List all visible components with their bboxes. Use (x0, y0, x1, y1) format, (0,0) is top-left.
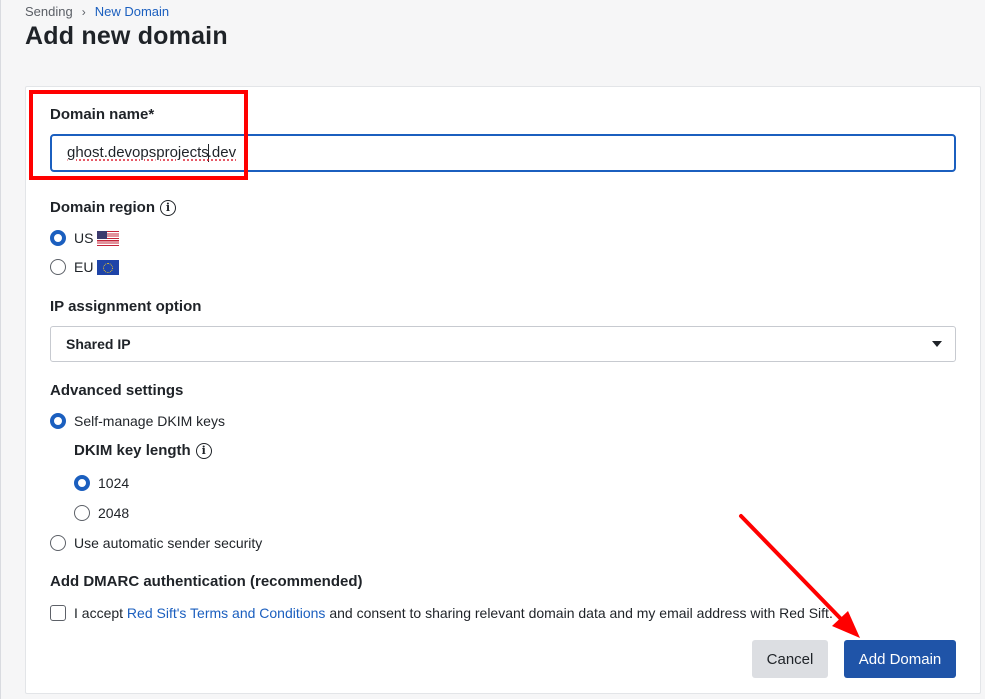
breadcrumb-sending[interactable]: Sending (25, 4, 73, 19)
advanced-settings-label: Advanced settings (50, 382, 184, 399)
region-us-label: US (74, 230, 94, 246)
page-title: Add new domain (25, 22, 228, 50)
dkim-key-length-label: DKIM key length i (74, 442, 212, 459)
region-eu-label: EU (74, 259, 94, 275)
cancel-button[interactable]: Cancel (752, 640, 828, 678)
dkim-1024-option[interactable]: 1024 (74, 475, 129, 491)
dmarc-consent-text: I accept Red Sift's Terms and Conditions… (74, 605, 833, 621)
ip-assignment-value: Shared IP (66, 336, 131, 352)
radio-unselected-icon[interactable] (50, 259, 66, 275)
chevron-right-icon: › (81, 4, 86, 19)
breadcrumb: Sending › New Domain (25, 4, 169, 19)
dkim-1024-label: 1024 (98, 475, 130, 491)
domain-region-label: Domain region i (50, 199, 177, 216)
radio-selected-icon[interactable] (50, 413, 66, 429)
dkim-2048-label: 2048 (98, 505, 130, 521)
radio-selected-icon[interactable] (74, 475, 90, 491)
dmarc-consent-checkbox[interactable] (50, 605, 66, 621)
ip-assignment-select[interactable]: Shared IP (50, 326, 956, 362)
terms-link[interactable]: Red Sift's Terms and Conditions (127, 605, 326, 621)
dmarc-label: Add DMARC authentication (recommended) (50, 573, 363, 590)
dmarc-consent-row: I accept Red Sift's Terms and Conditions… (50, 605, 833, 621)
radio-unselected-icon[interactable] (74, 505, 90, 521)
radio-selected-icon[interactable] (50, 230, 66, 246)
eu-flag-icon (97, 259, 120, 275)
automatic-sender-security-label: Use automatic sender security (74, 535, 263, 551)
automatic-sender-security-option[interactable]: Use automatic sender security (50, 535, 262, 551)
annotation-highlight-box (29, 90, 248, 180)
domain-region-label-text: Domain region (50, 199, 156, 216)
ip-assignment-label: IP assignment option (50, 298, 202, 315)
info-icon[interactable]: i (160, 199, 177, 216)
breadcrumb-new-domain[interactable]: New Domain (95, 4, 169, 19)
region-option-us[interactable]: US (50, 230, 120, 246)
left-divider (0, 0, 1, 699)
info-icon[interactable]: i (195, 442, 212, 459)
self-manage-dkim-option[interactable]: Self-manage DKIM keys (50, 413, 225, 429)
dkim-2048-option[interactable]: 2048 (74, 505, 129, 521)
caret-down-icon (932, 341, 942, 347)
self-manage-dkim-label: Self-manage DKIM keys (74, 413, 225, 429)
radio-unselected-icon[interactable] (50, 535, 66, 551)
region-option-eu[interactable]: EU (50, 259, 120, 275)
dkim-key-length-text: DKIM key length (74, 442, 191, 459)
us-flag-icon (97, 230, 120, 246)
add-domain-button[interactable]: Add Domain (844, 640, 956, 678)
